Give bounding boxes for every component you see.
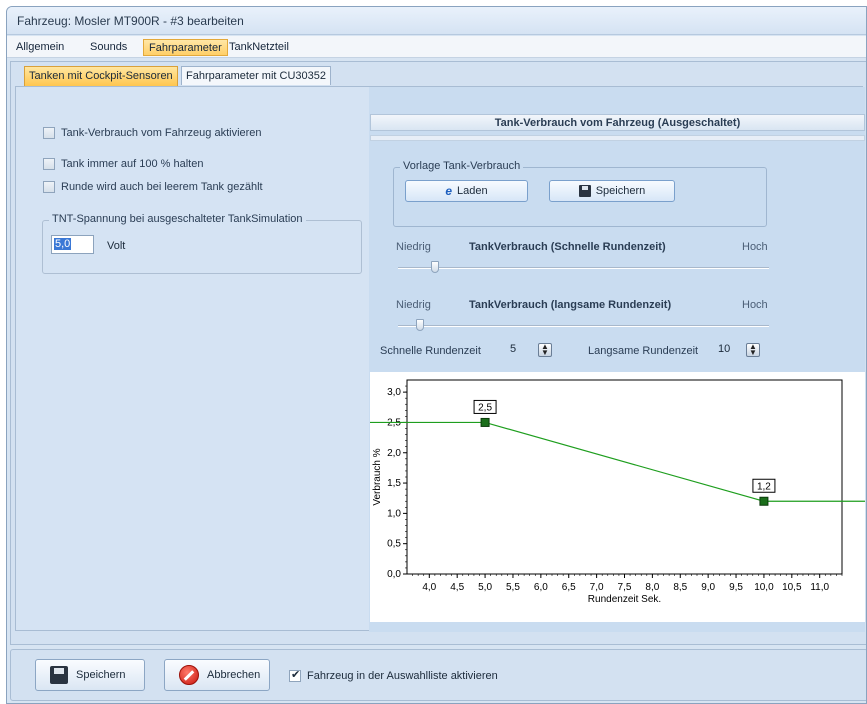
x-tick-label: 4,5 [450,582,464,593]
x-tick-label: 7,0 [590,582,604,593]
x-tick-label: 11,0 [810,582,829,593]
window-title: Fahrzeug: Mosler MT900R - #3 bearbeiten [7,7,866,35]
y-tick-label: 1,5 [387,478,401,489]
ie-icon: e [445,184,453,198]
load-template-label: Laden [457,185,488,197]
x-tick-label: 9,5 [729,582,743,593]
x-tick-label: 10,5 [782,582,802,593]
fast-consumption-slider[interactable] [398,267,769,269]
data-point [480,417,490,427]
menu-item-tanknetzteil[interactable]: TankNetzteil [224,39,294,56]
slow-slider-thumb[interactable] [416,319,425,331]
activate-vehicle-label: Fahrzeug in der Auswahlliste aktivieren [307,670,498,682]
slow-slider-low-label: Niedrig [396,299,431,311]
menu-bar: Allgemein Sounds Fahrparameter TankNetzt… [7,36,866,58]
data-label: 2,5 [478,402,492,413]
fast-slider-low-label: Niedrig [396,241,431,253]
fast-slider-high-label: Hoch [742,241,768,253]
menu-item-fahrparameter[interactable]: Fahrparameter [143,39,228,56]
activate-vehicle-row[interactable]: Fahrzeug in der Auswahlliste aktivieren [289,668,498,682]
runde-leer-label: Runde wird auch bei leerem Tank gezählt [61,181,263,193]
panel-header: Tank-Verbrauch vom Fahrzeug (Ausgeschalt… [370,114,865,131]
tank-100-label: Tank immer auf 100 % halten [61,158,204,170]
x-tick-label: 6,0 [534,582,548,593]
plot-frame [406,379,843,575]
x-tick-label: 4,0 [422,582,436,593]
activate-vehicle-checkbox[interactable] [289,668,301,682]
fast-lap-time-value[interactable]: 5 [510,343,516,355]
data-label: 1,2 [757,481,771,492]
consumption-chart-area: 4,0 4,5 5,0 5,5 6,0 6,5 7,0 7,5 8,0 8,5 9,0 9,5 10,0… [370,372,865,622]
tnt-voltage-value: 5,0 [54,238,72,250]
x-tick-label: 5,5 [506,582,520,593]
x-tick-label: 8,5 [673,582,687,593]
load-template-button[interactable]: e Laden [405,180,528,202]
x-tick-label: 10,0 [754,582,774,593]
cancel-icon [179,665,199,685]
checkbox-row-runde-leer[interactable]: Runde wird auch bei leerem Tank gezählt [43,181,263,193]
fast-lap-time-label: Schnelle Rundenzeit [380,345,481,357]
runde-leer-checkbox[interactable] [43,181,55,193]
y-axis-label: Verbrauch % [372,448,383,505]
tnt-group-title: TNT-Spannung bei ausgeschalteter TankSim… [49,213,306,225]
tab-tanken-cockpit-sensoren[interactable]: Tanken mit Cockpit-Sensoren [24,66,178,86]
checkbox-row-tank-100[interactable]: Tank immer auf 100 % halten [43,158,203,170]
panel-divider [370,135,865,141]
save-button-label: Speichern [76,669,126,681]
floppy-disk-icon [50,666,68,684]
vehicle-edit-window: Fahrzeug: Mosler MT900R - #3 bearbeiten … [6,6,867,704]
cancel-button-label: Abbrechen [207,669,261,681]
y-tick-label: 0,0 [387,569,401,580]
tnt-unit-label: Volt [107,240,126,252]
x-tick-label: 6,5 [562,582,576,593]
bottom-bar: Speichern Abbrechen Fahrzeug in der Ausw… [10,649,866,701]
tnt-voltage-group: TNT-Spannung bei ausgeschalteter TankSim… [42,213,362,274]
menu-item-sounds[interactable]: Sounds [85,39,132,56]
save-button[interactable]: Speichern [35,659,145,691]
y-tick-label: 2,0 [387,448,401,459]
vorlage-group-title: Vorlage Tank-Verbrauch [400,160,524,172]
slow-slider-title: TankVerbrauch (langsame Rundenzeit) [469,299,672,311]
tank-100-checkbox[interactable] [43,158,55,170]
slow-lap-time-label: Langsame Rundenzeit [588,345,699,357]
y-tick-label: 1,0 [387,508,401,519]
cancel-button[interactable]: Abbrechen [164,659,270,691]
vorlage-group: Vorlage Tank-Verbrauch e Laden Speichern [393,160,767,227]
slow-lap-time-value[interactable]: 10 [718,343,730,355]
data-point [759,496,769,506]
y-tick-label: 0,5 [387,539,401,550]
tab-page: Tank-Verbrauch vom Fahrzeug aktivieren T… [15,86,865,632]
x-axis-label: Rundenzeit Sek. [588,594,661,605]
save-template-button[interactable]: Speichern [549,180,675,202]
floppy-disk-icon [578,185,591,197]
slow-lap-time-spinner[interactable]: ▲ ▼ [746,343,760,357]
fuel-consumption-panel: Tank-Verbrauch vom Fahrzeug (Ausgeschalt… [369,87,865,632]
fast-slider-thumb[interactable] [431,261,440,273]
fast-lap-time-spinner[interactable]: ▲ ▼ [538,343,552,357]
x-tick-label: 9,0 [701,582,715,593]
content-area: Tanken mit Cockpit-Sensoren Fahrparamete… [10,61,866,645]
menu-item-allgemein[interactable]: Allgemein [11,39,69,56]
save-template-label: Speichern [595,185,646,197]
tank-verbrauch-label: Tank-Verbrauch vom Fahrzeug aktivieren [61,127,262,139]
x-tick-label: 7,5 [618,582,632,593]
x-tick-label: 5,0 [478,582,492,593]
slow-consumption-slider[interactable] [398,325,769,327]
y-tick-label: 3,0 [387,387,401,398]
consumption-chart: 4,0 4,5 5,0 5,5 6,0 6,5 7,0 7,5 8,0 8,5 9,0 9,5 10,0… [370,379,865,605]
tab-fahrparameter-cu30352[interactable]: Fahrparameter mit CU30352 [181,66,332,85]
fast-slider-title: TankVerbrauch (Schnelle Rundenzeit) [469,241,666,253]
x-tick-label: 8,0 [645,582,659,593]
tnt-voltage-input[interactable]: 5,0 [51,235,94,254]
slow-slider-high-label: Hoch [742,299,768,311]
tank-verbrauch-checkbox[interactable] [43,127,55,139]
checkbox-row-tank-verbrauch[interactable]: Tank-Verbrauch vom Fahrzeug aktivieren [43,127,262,139]
